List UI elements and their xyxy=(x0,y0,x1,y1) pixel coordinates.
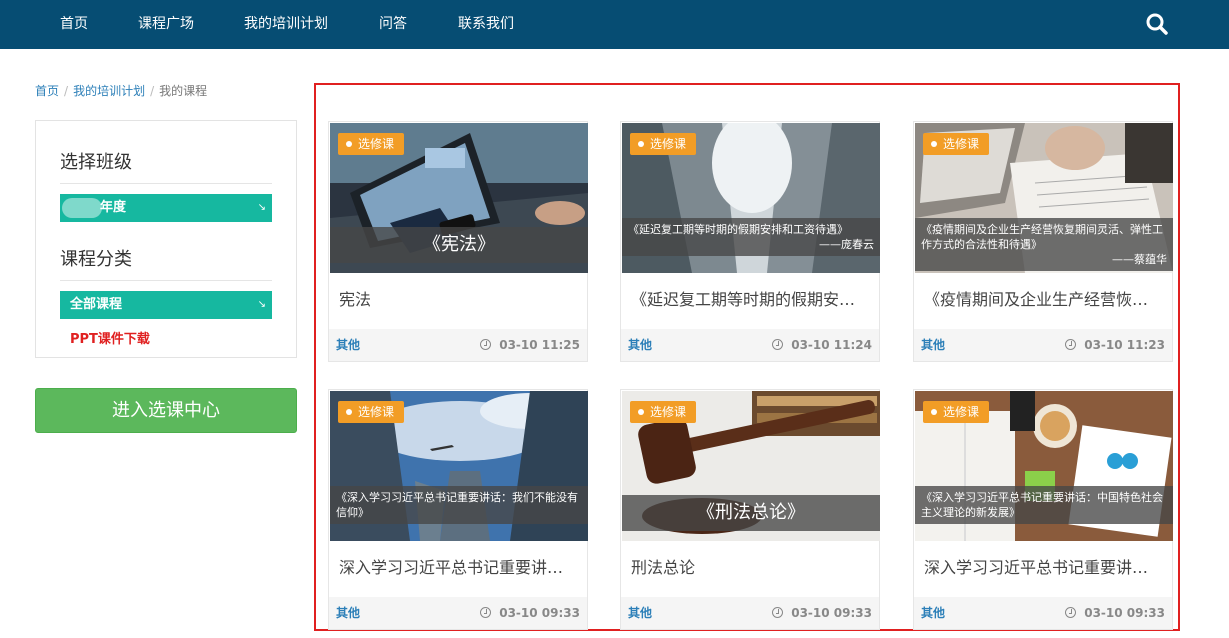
redacted-mark xyxy=(62,198,102,218)
course-title[interactable]: 深入学习习近平总书记重要讲话：中国特色社会主义理论的新发展 xyxy=(924,554,1164,578)
breadcrumb-separator: / xyxy=(64,84,69,98)
clock-icon xyxy=(480,339,492,350)
course-category[interactable]: 其他 xyxy=(921,597,945,629)
banner-title-text: 《疫情期间及企业生产经营恢复期间灵活、弹性工作方式的合法性和待遇》 xyxy=(921,223,1163,251)
course-meta: 其他 03-10 11:25 xyxy=(329,329,587,361)
course-thumbnail: 《疫情期间及企业生产经营恢复期间灵活、弹性工作方式的合法性和待遇》 ——蔡蕴华 … xyxy=(915,123,1173,273)
course-thumbnail: 《刑法总论》 选修课 xyxy=(622,391,880,541)
course-thumbnail: 《深入学习习近平总书记重要讲话：我们不能没有信仰》 选修课 xyxy=(330,391,588,541)
elective-tag: 选修课 xyxy=(338,133,405,155)
course-time: 03-10 11:25 xyxy=(480,329,580,361)
divider xyxy=(60,280,272,281)
course-title[interactable]: 《延迟复工期等时期的假期安排和工资待遇》 xyxy=(631,286,871,310)
category-select-value: 全部课程 xyxy=(70,297,123,312)
course-meta: 其他 03-10 09:33 xyxy=(621,597,879,629)
course-time-value: 03-10 09:33 xyxy=(499,606,580,620)
course-category[interactable]: 其他 xyxy=(628,329,652,361)
nav-course-plaza[interactable]: 课程广场 xyxy=(138,0,194,49)
course-card[interactable]: 《深入学习习近平总书记重要讲话：我们不能没有信仰》 选修课 深入学习习近平总书记… xyxy=(328,389,588,630)
breadcrumb-home[interactable]: 首页 xyxy=(35,84,59,98)
top-navbar: 首页 课程广场 我的培训计划 问答 联系我们 xyxy=(0,0,1229,49)
divider xyxy=(60,183,272,184)
course-time: 03-10 09:33 xyxy=(772,597,872,629)
course-card[interactable]: 《深入学习习近平总书记重要讲话：中国特色社会主义理论的新发展》 选修课 深入学习… xyxy=(913,389,1173,630)
elective-tag: 选修课 xyxy=(923,401,990,423)
filter-panel: 选择班级 年度 ↘ 课程分类 全部课程 ↘ PPT课件下载 xyxy=(35,120,297,358)
course-title[interactable]: 深入学习习近平总书记重要讲话：我们不能没有信仰 xyxy=(339,554,579,578)
course-card[interactable]: 《疫情期间及企业生产经营恢复期间灵活、弹性工作方式的合法性和待遇》 ——蔡蕴华 … xyxy=(913,121,1173,362)
banner-title-text: 《深入学习习近平总书记重要讲话：我们不能没有信仰》 xyxy=(336,491,578,519)
course-time: 03-10 11:23 xyxy=(1065,329,1165,361)
select-arrow-icon: ↘ xyxy=(257,299,266,310)
class-select-value: 年度 xyxy=(100,200,127,215)
course-card[interactable]: 《宪法》 选修课 宪法 其他 03-10 11:25 xyxy=(328,121,588,362)
course-meta: 其他 03-10 09:33 xyxy=(914,597,1172,629)
course-thumbnail: 《延迟复工期等时期的假期安排和工资待遇》 ——庞春云 选修课 xyxy=(622,123,880,273)
banner-title: 《刑法总论》 xyxy=(622,495,880,531)
banner-author: ——蔡蕴华 xyxy=(1112,253,1167,266)
breadcrumb-current: 我的课程 xyxy=(159,84,208,98)
nav-my-training-plan[interactable]: 我的培训计划 xyxy=(244,0,328,49)
course-time-value: 03-10 09:33 xyxy=(791,606,872,620)
course-time-value: 03-10 09:33 xyxy=(1084,606,1165,620)
ppt-download-link[interactable]: PPT课件下载 xyxy=(70,328,150,347)
elective-tag: 选修课 xyxy=(630,401,697,423)
course-card[interactable]: 《刑法总论》 选修课 刑法总论 其他 03-10 09:33 xyxy=(620,389,880,630)
course-meta: 其他 03-10 11:23 xyxy=(914,329,1172,361)
banner-author: ——庞春云 xyxy=(819,238,874,251)
course-thumbnail: 《宪法》 选修课 xyxy=(330,123,588,273)
nav-contact-us[interactable]: 联系我们 xyxy=(458,0,514,49)
banner-title: 《深入学习习近平总书记重要讲话：中国特色社会主义理论的新发展》 xyxy=(915,486,1173,524)
course-category[interactable]: 其他 xyxy=(921,329,945,361)
banner-title: 《深入学习习近平总书记重要讲话：我们不能没有信仰》 xyxy=(330,486,588,524)
category-select[interactable]: 全部课程 ↘ xyxy=(60,291,272,319)
class-section-title: 选择班级 xyxy=(60,152,132,173)
course-time: 03-10 11:24 xyxy=(772,329,872,361)
class-select[interactable]: 年度 ↘ xyxy=(60,194,272,222)
clock-icon xyxy=(772,607,784,618)
banner-title: 《延迟复工期等时期的假期安排和工资待遇》 ——庞春云 xyxy=(622,218,880,256)
course-time-value: 03-10 11:23 xyxy=(1084,338,1165,352)
course-meta: 其他 03-10 09:33 xyxy=(329,597,587,629)
course-category[interactable]: 其他 xyxy=(336,329,360,361)
course-title[interactable]: 刑法总论 xyxy=(631,554,871,578)
breadcrumb-training-plan[interactable]: 我的培训计划 xyxy=(73,84,145,98)
banner-title: 《疫情期间及企业生产经营恢复期间灵活、弹性工作方式的合法性和待遇》 ——蔡蕴华 xyxy=(915,218,1173,271)
course-title[interactable]: 宪法 xyxy=(339,286,579,310)
course-time-value: 03-10 11:25 xyxy=(499,338,580,352)
breadcrumb: 首页 / 我的培训计划 / 我的课程 xyxy=(35,82,207,99)
clock-icon xyxy=(1065,339,1077,350)
elective-tag: 选修课 xyxy=(338,401,405,423)
clock-icon xyxy=(480,607,492,618)
banner-title-text: 《延迟复工期等时期的假期安排和工资待遇》 xyxy=(628,223,848,236)
banner-title-text: 《深入学习习近平总书记重要讲话：中国特色社会主义理论的新发展》 xyxy=(921,491,1163,519)
banner-title: 《宪法》 xyxy=(330,227,588,263)
course-time: 03-10 09:33 xyxy=(480,597,580,629)
nav-home[interactable]: 首页 xyxy=(60,0,88,49)
search-icon[interactable] xyxy=(1145,12,1169,36)
clock-icon xyxy=(1065,607,1077,618)
course-category[interactable]: 其他 xyxy=(628,597,652,629)
elective-tag: 选修课 xyxy=(923,133,990,155)
nav-qa[interactable]: 问答 xyxy=(379,0,407,49)
course-card[interactable]: 《延迟复工期等时期的假期安排和工资待遇》 ——庞春云 选修课 《延迟复工期等时期… xyxy=(620,121,880,362)
breadcrumb-separator: / xyxy=(150,84,155,98)
clock-icon xyxy=(772,339,784,350)
enter-course-center-button[interactable]: 进入选课中心 xyxy=(35,388,297,433)
course-title[interactable]: 《疫情期间及企业生产经营恢复期间灵活、弹性工作方式的合法性和待遇》 xyxy=(924,286,1164,310)
course-thumbnail: 《深入学习习近平总书记重要讲话：中国特色社会主义理论的新发展》 选修课 xyxy=(915,391,1173,541)
course-category[interactable]: 其他 xyxy=(336,597,360,629)
course-time-value: 03-10 11:24 xyxy=(791,338,872,352)
course-meta: 其他 03-10 11:24 xyxy=(621,329,879,361)
course-time: 03-10 09:33 xyxy=(1065,597,1165,629)
select-arrow-icon: ↘ xyxy=(257,202,266,213)
category-section-title: 课程分类 xyxy=(60,249,132,270)
elective-tag: 选修课 xyxy=(630,133,697,155)
